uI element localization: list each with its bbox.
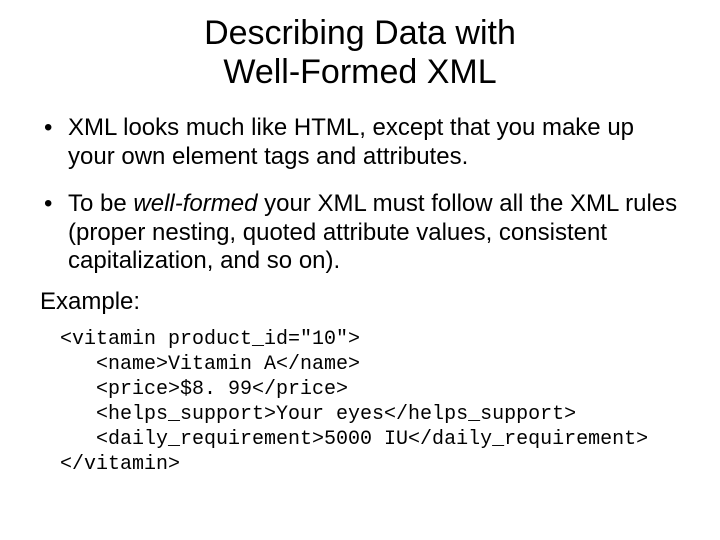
bullet-2-text-a: To be — [68, 190, 133, 217]
slide: Describing Data with Well-Formed XML XML… — [0, 0, 720, 540]
code-line-3: <price>$8. 99</price> — [60, 378, 348, 401]
title-line-2: Well-Formed XML — [223, 53, 496, 91]
code-line-4: <helps_support>Your eyes</helps_support> — [60, 403, 576, 426]
title-line-1: Describing Data with — [204, 14, 516, 52]
bullet-item-2: To be well-formed your XML must follow a… — [40, 190, 680, 276]
code-line-2: <name>Vitamin A</name> — [60, 353, 360, 376]
bullet-list: XML looks much like HTML, except that yo… — [40, 114, 680, 276]
code-block: <vitamin product_id="10"> <name>Vitamin … — [60, 327, 680, 477]
slide-title: Describing Data with Well-Formed XML — [40, 14, 680, 92]
bullet-item-1: XML looks much like HTML, except that yo… — [40, 114, 680, 172]
code-line-1: <vitamin product_id="10"> — [60, 328, 360, 351]
bullet-2-emphasis: well-formed — [133, 190, 257, 217]
code-line-6: </vitamin> — [60, 453, 180, 476]
code-line-5: <daily_requirement>5000 IU</daily_requir… — [60, 428, 648, 451]
example-label: Example: — [40, 288, 680, 317]
bullet-1-text: XML looks much like HTML, except that yo… — [68, 114, 634, 170]
